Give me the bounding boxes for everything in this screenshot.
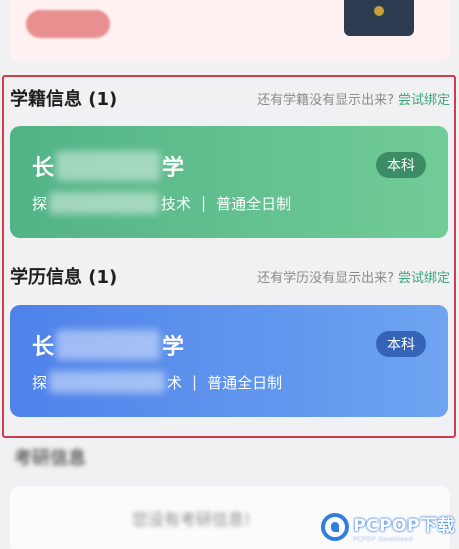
banner-button[interactable]: [26, 10, 110, 38]
school-name-start: 长: [32, 156, 55, 181]
pcpop-logo-icon: [321, 513, 350, 541]
watermark-sub: PCPOP Download: [353, 536, 414, 543]
degree-badge: 本科: [376, 331, 426, 357]
xueji-bind-link[interactable]: 尝试绑定: [398, 89, 450, 108]
meta-separator: |: [201, 194, 207, 212]
major-blurred: [49, 192, 160, 214]
study-mode: 普通全日制: [207, 373, 283, 392]
school-name-end: 学: [162, 156, 185, 181]
xueli-prompt: 还有学历没有显示出来?: [257, 270, 394, 286]
study-mode: 普通全日制: [216, 194, 292, 213]
major-end: 技术: [161, 194, 192, 213]
meta-separator: |: [192, 373, 198, 391]
kaoyan-title: 考研信息: [14, 448, 86, 469]
watermark-text: PCPOP下载 PCPOP Download: [353, 511, 455, 543]
school-name: 长 学: [32, 150, 184, 182]
xueli-card[interactable]: 长 学 探 术 | 普通全日制 本科: [10, 305, 448, 417]
major-end: 术: [167, 373, 183, 392]
major-row: 探 技术 | 普通全日制: [32, 192, 291, 214]
school-name: 长 学: [32, 329, 184, 361]
xueji-section-header: 学籍信息 (1) 还有学籍没有显示出来? 尝试绑定: [10, 86, 450, 110]
watermark-main: PCPOP下载: [353, 516, 455, 536]
school-name-end: 学: [162, 335, 185, 360]
xueli-section-header: 学历信息 (1) 还有学历没有显示出来? 尝试绑定: [10, 264, 450, 288]
top-banner-card[interactable]: [10, 0, 450, 62]
xueji-title: 学籍信息 (1): [10, 89, 118, 110]
major-blurred: [49, 371, 166, 393]
xueji-card[interactable]: 长 学 探 技术 | 普通全日制 本科: [10, 126, 448, 238]
school-name-start: 长: [32, 335, 55, 360]
page: 学籍信息 (1) 还有学籍没有显示出来? 尝试绑定 长 学 探 技术 | 普通全…: [0, 0, 459, 549]
xueli-prompt-row: 还有学历没有显示出来? 尝试绑定: [257, 267, 450, 286]
xueli-bind-link[interactable]: 尝试绑定: [398, 267, 450, 286]
school-name-blurred: [56, 151, 161, 181]
pcpop-watermark: PCPOP下载 PCPOP Download: [321, 511, 455, 543]
school-name-blurred: [56, 330, 161, 360]
kaoyan-empty-text: 您没有考研信息!: [132, 510, 251, 529]
major-row: 探 术 | 普通全日制: [32, 371, 282, 393]
xueli-title: 学历信息 (1): [10, 267, 118, 288]
banner-illustration: [344, 0, 414, 36]
major-start: 探: [32, 373, 48, 392]
xueji-prompt-row: 还有学籍没有显示出来? 尝试绑定: [257, 89, 450, 108]
major-start: 探: [32, 194, 48, 213]
degree-badge: 本科: [376, 152, 426, 178]
xueji-prompt: 还有学籍没有显示出来?: [257, 92, 394, 108]
